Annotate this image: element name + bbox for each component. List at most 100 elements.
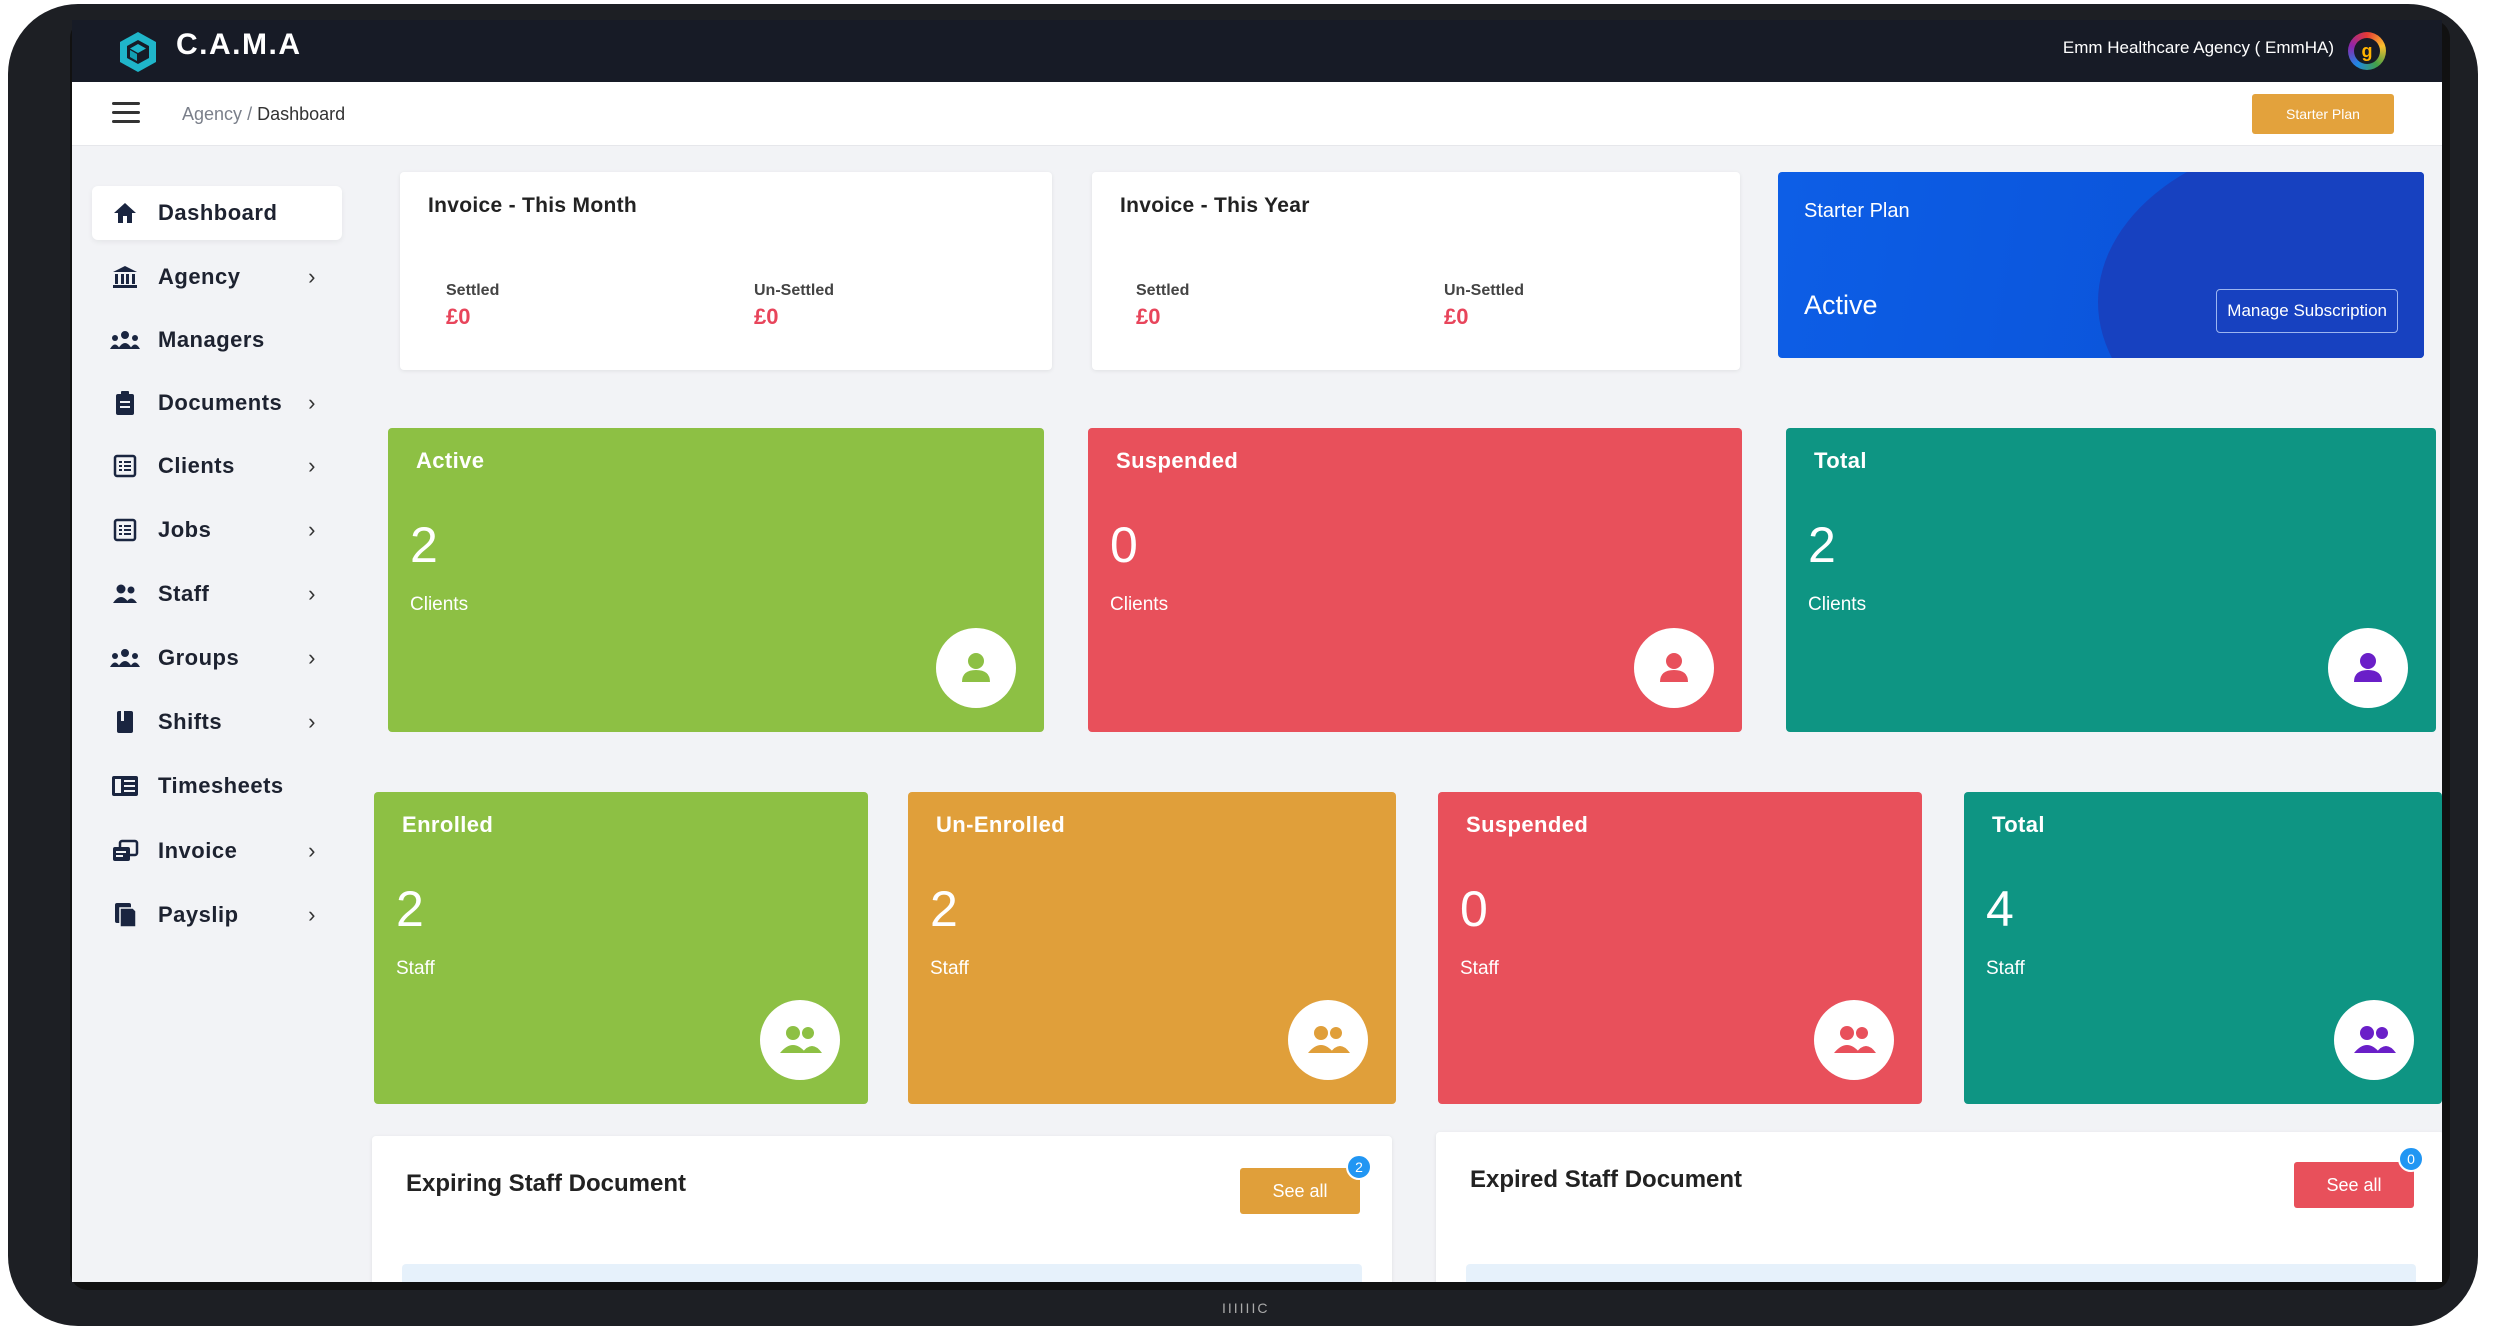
clipboard-icon (108, 389, 142, 417)
stat-unit: Clients (1110, 594, 1169, 615)
expired-see-all-button[interactable]: See all (2294, 1162, 2414, 1208)
unenrolled-staff-card[interactable]: Un-Enrolled 2 Staff (908, 792, 1396, 1104)
active-clients-card[interactable]: Active 2 Clients (388, 428, 1044, 732)
book-icon (108, 708, 142, 736)
expired-docs-title: Expired Staff Document (1470, 1166, 1743, 1193)
sidebar-item-label: Agency (158, 264, 241, 289)
stat-unit: Staff (930, 958, 969, 979)
chevron-right-icon: › (308, 838, 316, 863)
stat-title: Suspended (1116, 448, 1239, 473)
stat-title: Enrolled (402, 812, 494, 837)
invoice-icon (108, 837, 142, 865)
device-brand-label: IIIIIIC (1222, 1300, 1270, 1316)
suspended-staff-card[interactable]: Suspended 0 Staff (1438, 792, 1922, 1104)
cama-logo-icon[interactable] (116, 30, 160, 74)
stat-value: 0 (1460, 881, 1488, 937)
chevron-right-icon: › (308, 264, 316, 289)
plan-title: Starter Plan (1804, 200, 1910, 222)
sidebar-item-staff[interactable]: Staff › (92, 567, 342, 621)
suspended-clients-card[interactable]: Suspended 0 Clients (1088, 428, 1742, 732)
stat-title: Total (1814, 448, 1867, 473)
chevron-right-icon: › (308, 902, 316, 927)
sidebar-item-jobs[interactable]: Jobs › (92, 503, 342, 557)
unsettled-value: £0 (754, 304, 779, 329)
sidebar-item-groups[interactable]: Groups › (92, 631, 342, 685)
unsettled-value: £0 (1444, 304, 1469, 329)
expired-staff-document-card: Expired Staff Document See all 0 (1436, 1132, 2442, 1282)
expiring-docs-table-header (402, 1264, 1362, 1282)
enrolled-staff-card[interactable]: Enrolled 2 Staff (374, 792, 868, 1104)
expired-docs-table-header (1466, 1264, 2416, 1282)
bank-icon (108, 263, 142, 291)
list-icon (108, 452, 142, 480)
sidebar-item-managers[interactable]: Managers (92, 313, 342, 367)
stat-title: Un-Enrolled (936, 812, 1066, 837)
breadcrumb-parent[interactable]: Agency (182, 104, 242, 124)
stat-title: Active (416, 448, 485, 473)
stat-unit: Staff (1460, 958, 1499, 979)
sidebar-item-label: Payslip (158, 902, 239, 927)
chevron-right-icon: › (308, 390, 316, 415)
sidebar-item-label: Timesheets (158, 773, 284, 798)
breadcrumb: Agency / Dashboard (182, 104, 345, 125)
sidebar-item-label: Jobs (158, 517, 212, 542)
stat-unit: Staff (396, 958, 435, 979)
stat-value: 0 (1110, 517, 1138, 573)
stat-title: Total (1992, 812, 2045, 837)
hamburger-menu-icon[interactable] (112, 102, 140, 124)
sidebar-item-label: Shifts (158, 709, 223, 734)
sidebar-item-label: Invoice (158, 838, 238, 863)
user-group-icon (1814, 1000, 1894, 1080)
settled-value: £0 (1136, 304, 1161, 329)
invoice-year-card: Invoice - This Year Settled £0 Un-Settle… (1092, 172, 1740, 370)
chevron-right-icon: › (308, 645, 316, 670)
sidebar-item-label: Clients (158, 453, 235, 478)
total-staff-card[interactable]: Total 4 Staff (1964, 792, 2442, 1104)
sidebar-item-label: Dashboard (158, 200, 278, 225)
sidebar-item-shifts[interactable]: Shifts › (92, 695, 342, 749)
breadcrumb-bar: Agency / Dashboard Starter Plan (72, 82, 2442, 146)
users-icon (108, 644, 142, 672)
user-group-icon (108, 580, 142, 608)
chevron-right-icon: › (308, 453, 316, 478)
sidebar-item-label: Documents (158, 390, 283, 415)
expiring-count-badge: 2 (1346, 1154, 1372, 1180)
sidebar-item-payslip[interactable]: Payslip › (92, 888, 342, 942)
sidebar-item-dashboard[interactable]: Dashboard (92, 186, 342, 240)
user-group-icon (2334, 1000, 2414, 1080)
sidebar-item-label: Groups (158, 645, 240, 670)
agency-avatar[interactable]: g (2348, 32, 2386, 70)
user-group-icon (760, 1000, 840, 1080)
agency-name[interactable]: Emm Healthcare Agency ( EmmHA) (2063, 38, 2334, 58)
plan-status: Active (1804, 290, 1878, 320)
user-icon (1634, 628, 1714, 708)
sidebar-item-timesheets[interactable]: Timesheets (92, 759, 342, 813)
invoice-year-title: Invoice - This Year (1120, 194, 1310, 217)
sidebar-item-clients[interactable]: Clients › (92, 439, 342, 493)
sidebar-item-documents[interactable]: Documents › (92, 376, 342, 430)
brand-name: C.A.M.A (176, 28, 302, 61)
expiring-see-all-button[interactable]: See all (1240, 1168, 1360, 1214)
total-clients-card[interactable]: Total 2 Clients (1786, 428, 2436, 732)
chevron-right-icon: › (308, 709, 316, 734)
top-navbar: C.A.M.A Emm Healthcare Agency ( EmmHA) g (72, 20, 2442, 82)
expired-count-badge: 0 (2398, 1146, 2424, 1172)
invoice-month-card: Invoice - This Month Settled £0 Un-Settl… (400, 172, 1052, 370)
manage-subscription-button[interactable]: Manage Subscription (2216, 289, 2398, 333)
sidebar-item-agency[interactable]: Agency › (92, 250, 342, 304)
invoice-month-title: Invoice - This Month (428, 194, 637, 217)
stat-unit: Clients (410, 594, 469, 615)
stat-value: 2 (410, 517, 438, 573)
chevron-right-icon: › (308, 517, 316, 542)
document-icon (108, 901, 142, 929)
subscription-plan-card: Starter Plan Active Manage Subscription (1778, 172, 2424, 358)
stat-unit: Clients (1808, 594, 1867, 615)
settled-value: £0 (446, 304, 471, 329)
breadcrumb-separator: / (247, 104, 253, 124)
starter-plan-button[interactable]: Starter Plan (2252, 94, 2394, 134)
expiring-docs-title: Expiring Staff Document (406, 1170, 687, 1197)
settled-label: Settled (446, 282, 500, 299)
sidebar-item-invoice[interactable]: Invoice › (92, 824, 342, 878)
user-group-icon (1288, 1000, 1368, 1080)
chevron-right-icon: › (308, 581, 316, 606)
